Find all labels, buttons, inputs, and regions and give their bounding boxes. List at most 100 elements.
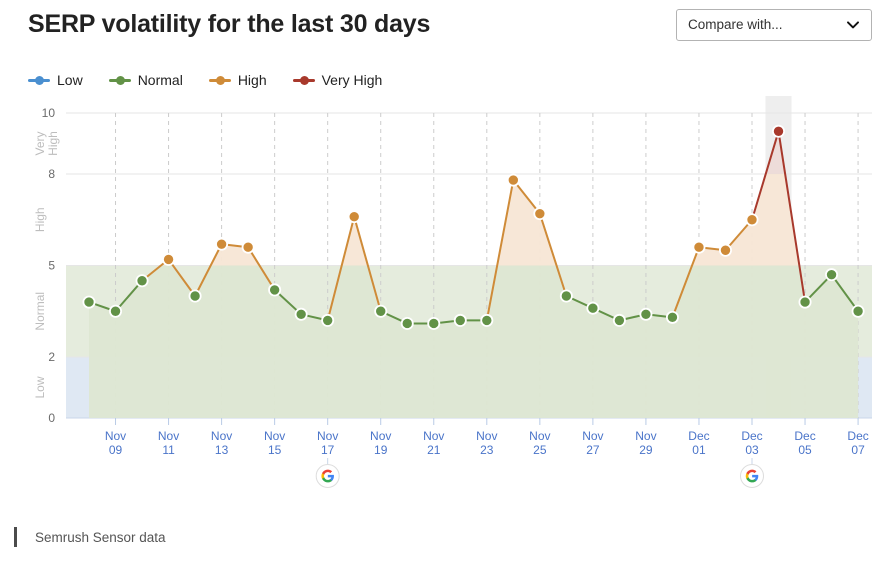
x-axis-tick-label: Dec bbox=[847, 429, 868, 443]
data-point[interactable] bbox=[692, 240, 706, 254]
x-axis-tick-label: Nov bbox=[317, 429, 338, 443]
x-axis-tick-label: Nov bbox=[582, 429, 603, 443]
data-point[interactable] bbox=[480, 313, 494, 327]
x-axis-tick-label: Nov bbox=[635, 429, 656, 443]
legend-item-normal[interactable]: Normal bbox=[108, 72, 183, 88]
y-band-label: Normal bbox=[33, 292, 47, 331]
data-point[interactable] bbox=[559, 289, 573, 303]
data-point[interactable] bbox=[851, 304, 865, 318]
google-icon[interactable] bbox=[740, 458, 764, 488]
data-point[interactable] bbox=[427, 316, 441, 330]
y-axis-tick-label: 10 bbox=[42, 106, 56, 120]
legend-item-very-high[interactable]: Very High bbox=[292, 72, 383, 88]
legend-marker-icon bbox=[292, 74, 315, 86]
x-axis-tick-label: Nov bbox=[370, 429, 391, 443]
x-axis-tick-label: 05 bbox=[798, 443, 812, 457]
data-point[interactable] bbox=[533, 207, 547, 221]
legend-item-label: Low bbox=[57, 72, 83, 88]
source-accent-bar bbox=[14, 527, 17, 547]
data-point[interactable] bbox=[162, 252, 176, 266]
source-note: Semrush Sensor data bbox=[14, 527, 166, 547]
legend-item-label: Normal bbox=[137, 72, 183, 88]
google-icon[interactable] bbox=[315, 458, 340, 488]
x-axis-tick-label: Dec bbox=[741, 429, 762, 443]
widget-header: SERP volatility for the last 30 days Com… bbox=[0, 0, 888, 58]
legend-marker-icon bbox=[28, 74, 50, 86]
x-axis-tick-label: 17 bbox=[321, 443, 335, 457]
serp-volatility-chart: 025810LowNormalHighVery HighNov09Nov11Nov… bbox=[33, 96, 872, 488]
legend-marker-icon bbox=[108, 74, 131, 86]
data-point[interactable] bbox=[639, 307, 653, 321]
x-axis-tick-label: 15 bbox=[268, 443, 282, 457]
legend-item-label: High bbox=[237, 72, 267, 88]
x-axis-tick-label: 23 bbox=[480, 443, 494, 457]
x-axis-tick-label: 07 bbox=[851, 443, 865, 457]
data-point[interactable] bbox=[347, 210, 361, 224]
x-axis-tick-label: 21 bbox=[427, 443, 441, 457]
widget-footer: Semrush Sensor data bbox=[0, 515, 888, 569]
page-title: SERP volatility for the last 30 days bbox=[28, 10, 431, 38]
data-point[interactable] bbox=[294, 307, 308, 321]
y-axis-tick-label: 0 bbox=[48, 411, 55, 425]
data-point[interactable] bbox=[586, 301, 600, 315]
x-axis-tick-label: 29 bbox=[639, 443, 653, 457]
data-point[interactable] bbox=[374, 304, 388, 318]
x-axis-tick-label: Nov bbox=[158, 429, 179, 443]
data-point[interactable] bbox=[82, 295, 96, 309]
y-axis-tick-label: 5 bbox=[48, 259, 55, 273]
data-point[interactable] bbox=[453, 313, 467, 327]
data-point[interactable] bbox=[109, 304, 123, 318]
data-point[interactable] bbox=[745, 213, 759, 227]
x-axis-tick-label: 11 bbox=[162, 443, 175, 457]
y-axis-tick-label: 2 bbox=[48, 350, 55, 364]
x-axis-tick-label: Nov bbox=[264, 429, 285, 443]
y-axis-tick-label: 8 bbox=[48, 167, 55, 181]
data-point[interactable] bbox=[798, 295, 812, 309]
x-axis-tick-label: 13 bbox=[215, 443, 229, 457]
legend-item-high[interactable]: High bbox=[208, 72, 267, 88]
data-point[interactable] bbox=[268, 283, 282, 297]
source-text: Semrush Sensor data bbox=[35, 529, 166, 545]
x-axis-tick-label: 19 bbox=[374, 443, 388, 457]
data-point[interactable] bbox=[321, 313, 335, 327]
chart-legend: Low Normal High Very High bbox=[28, 68, 408, 92]
y-band-label: High bbox=[46, 131, 60, 156]
data-point[interactable] bbox=[772, 124, 786, 138]
x-axis-tick-label: 27 bbox=[586, 443, 600, 457]
data-point[interactable] bbox=[506, 173, 520, 187]
x-axis-tick-label: Nov bbox=[423, 429, 444, 443]
compare-with-label: Compare with... bbox=[688, 17, 783, 32]
x-axis-tick-label: 09 bbox=[109, 443, 123, 457]
x-axis-tick-label: Dec bbox=[688, 429, 709, 443]
x-axis-tick-label: Dec bbox=[794, 429, 815, 443]
x-axis-tick-label: 03 bbox=[745, 443, 759, 457]
y-band-label: Very bbox=[33, 131, 47, 155]
legend-item-label: Very High bbox=[321, 72, 383, 88]
compare-with-select[interactable]: Compare with... bbox=[676, 9, 872, 41]
x-axis-tick-label: Nov bbox=[105, 429, 126, 443]
chevron-down-icon bbox=[847, 21, 859, 29]
google-update-markers[interactable] bbox=[315, 458, 764, 488]
data-point[interactable] bbox=[241, 240, 255, 254]
y-band-label: Low bbox=[33, 376, 47, 398]
x-axis-tick-label: 01 bbox=[692, 443, 706, 457]
data-point[interactable] bbox=[135, 274, 149, 288]
data-point[interactable] bbox=[825, 268, 839, 282]
data-point[interactable] bbox=[215, 237, 229, 251]
x-axis-tick-label: Nov bbox=[476, 429, 497, 443]
data-point[interactable] bbox=[665, 310, 679, 324]
x-axis: Nov09Nov11Nov13Nov15Nov17Nov19Nov21Nov23… bbox=[105, 418, 869, 457]
y-band-label: High bbox=[33, 207, 47, 232]
legend-marker-icon bbox=[208, 74, 231, 86]
data-point[interactable] bbox=[612, 313, 626, 327]
x-axis-tick-label: Nov bbox=[211, 429, 232, 443]
chart-plot-area: 0 2 5 8 10 Low Normal High Very High Nov 09 Nov 11 Nov… bbox=[0, 96, 888, 496]
x-axis-tick-label: Nov bbox=[529, 429, 550, 443]
legend-item-low[interactable]: Low bbox=[28, 72, 83, 88]
data-point[interactable] bbox=[718, 243, 732, 257]
data-point[interactable] bbox=[188, 289, 202, 303]
serp-volatility-widget: SERP volatility for the last 30 days Com… bbox=[0, 0, 888, 569]
x-axis-tick-label: 25 bbox=[533, 443, 547, 457]
y-band-labels: LowNormalHighVery High bbox=[33, 131, 60, 398]
data-point[interactable] bbox=[400, 316, 414, 330]
